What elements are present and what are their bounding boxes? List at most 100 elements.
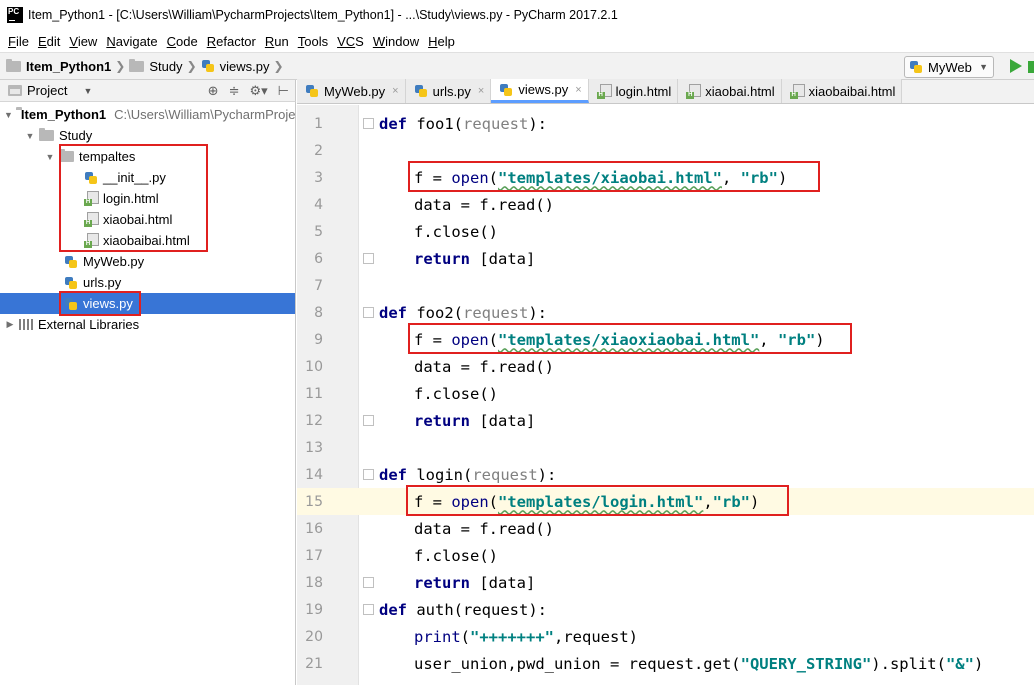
run-icon[interactable] — [1010, 59, 1022, 73]
code-punct: ( — [488, 168, 498, 187]
editor-tab[interactable]: xiaobai.html — [678, 79, 782, 103]
line-number: 3 — [314, 169, 323, 186]
hide-panel-icon[interactable]: ⊢ — [278, 83, 289, 99]
code-punct: ( — [460, 627, 471, 646]
tree-item-root[interactable]: ▼ Item_Python1 C:\Users\William\PycharmP… — [0, 104, 295, 125]
code-editor[interactable]: 1 def foo1(request): 2 3 f = open("templ… — [297, 105, 1034, 685]
menu-item[interactable]: Code — [163, 34, 202, 49]
chevron-right-icon[interactable]: ▶ — [4, 319, 16, 330]
menu-item[interactable]: Run — [261, 34, 293, 49]
code-text: data = f.read() — [414, 519, 554, 538]
code-text: f.close() — [414, 384, 498, 403]
menu-label: ile — [15, 33, 29, 49]
breadcrumb-project[interactable]: Item_Python1 — [6, 58, 111, 74]
editor-tab[interactable]: views.py × — [491, 79, 589, 103]
python-file-icon — [305, 84, 319, 98]
fold-marker-icon[interactable] — [363, 415, 374, 426]
python-file-icon — [909, 60, 923, 74]
tree-item-login-html[interactable]: login.html — [0, 188, 295, 209]
line-number: 15 — [305, 493, 323, 510]
code-line: 3 f = open("templates/xiaobai.html", "rb… — [297, 164, 1034, 191]
tree-item-myweb-py[interactable]: MyWeb.py — [0, 251, 295, 272]
code-text: [data] — [470, 411, 536, 430]
code-line: 20 print("+++++++",request) — [297, 623, 1034, 650]
chevron-down-icon[interactable]: ▼ — [44, 152, 56, 162]
tree-item-external-libraries[interactable]: ▶ External Libraries — [0, 314, 295, 335]
project-panel-tools: ⊕ ≑ ⚙▾ ⊢ — [208, 83, 289, 99]
collapse-all-icon[interactable]: ≑ — [229, 83, 240, 99]
editor-tab[interactable]: MyWeb.py × — [297, 79, 406, 103]
menu-label: dit — [46, 33, 61, 49]
scroll-from-source-icon[interactable]: ⊕ — [208, 83, 219, 99]
breadcrumb-folder[interactable]: Study — [129, 58, 183, 74]
tree-folder-label: External Libraries — [38, 317, 140, 332]
run-configuration-select[interactable]: MyWeb ▼ — [904, 56, 994, 78]
html-file-icon — [789, 83, 805, 99]
breadcrumb-file[interactable]: views.py — [201, 59, 269, 74]
close-icon[interactable]: × — [478, 85, 484, 97]
close-icon[interactable]: × — [392, 85, 398, 97]
python-file-icon — [414, 84, 428, 98]
code-function-name: login — [407, 465, 463, 484]
debug-icon[interactable] — [1028, 61, 1034, 73]
fold-marker-icon[interactable] — [363, 118, 374, 129]
code-line: 4 data = f.read() — [297, 191, 1034, 218]
code-line: 17 f.close() — [297, 542, 1034, 569]
code-punct: , — [759, 330, 778, 349]
chevron-down-icon[interactable]: ▼ — [4, 110, 13, 120]
code-text: f = — [414, 168, 452, 187]
tree-folder-label: tempaltes — [79, 149, 136, 164]
chevron-down-icon[interactable]: ▼ — [24, 131, 36, 141]
code-line: 8 def foo2(request): — [297, 299, 1034, 326]
editor-tab-label: xiaobaibai.html — [808, 83, 896, 99]
code-text: [data] — [470, 573, 536, 592]
tree-file-label: MyWeb.py — [83, 254, 145, 269]
tree-item-init-py[interactable]: __init__.py — [0, 167, 295, 188]
code-function-name: auth — [407, 600, 454, 619]
menu-item[interactable]: View — [65, 34, 101, 49]
code-string: "templates/login.html" — [498, 492, 704, 511]
code-param: request — [463, 114, 529, 133]
fold-marker-icon[interactable] — [363, 577, 374, 588]
menu-item[interactable]: Navigate — [102, 34, 161, 49]
code-text: ) — [973, 654, 984, 673]
project-tree: ▼ Item_Python1 C:\Users\William\PycharmP… — [0, 102, 296, 685]
menu-item[interactable]: Edit — [34, 34, 64, 49]
code-string: "templates/xiaoxiaobai.html" — [498, 330, 760, 349]
fold-marker-icon[interactable] — [363, 604, 374, 615]
tree-item-xiaobaibai-html[interactable]: xiaobaibai.html — [0, 230, 295, 251]
fold-marker-icon[interactable] — [363, 469, 374, 480]
menu-mnemonic: W — [372, 33, 386, 49]
tree-item-tempaltes[interactable]: ▼ tempaltes — [0, 146, 295, 167]
editor-tab[interactable]: xiaobaibai.html — [781, 79, 903, 103]
run-configuration-label: MyWeb — [928, 59, 972, 75]
menu-item[interactable]: VCS — [333, 34, 368, 49]
tree-item-urls-py[interactable]: urls.py — [0, 272, 295, 293]
project-panel-title[interactable]: Project — [27, 83, 67, 98]
code-keyword: def — [379, 303, 407, 322]
tree-item-study[interactable]: ▼ Study — [0, 125, 295, 146]
close-icon[interactable]: × — [575, 84, 581, 96]
line-number: 12 — [305, 412, 323, 429]
fold-marker-icon[interactable] — [363, 253, 374, 264]
menu-item[interactable]: Refactor — [203, 34, 260, 49]
menu-label: iew — [77, 33, 98, 49]
chevron-down-icon[interactable]: ▼ — [83, 86, 92, 96]
code-builtin: print — [414, 627, 461, 646]
menu-item[interactable]: Tools — [294, 34, 332, 49]
tree-item-xiaobai-html[interactable]: xiaobai.html — [0, 209, 295, 230]
chevron-right-icon: ❯ — [115, 59, 126, 73]
code-line: 19 def auth(request): — [297, 596, 1034, 623]
code-line: 9 f = open("templates/xiaoxiaobai.html",… — [297, 326, 1034, 353]
menu-mnemonic: E — [37, 33, 47, 49]
editor-tab[interactable]: login.html — [588, 79, 679, 103]
tree-item-views-py[interactable]: views.py — [0, 293, 295, 314]
menu-mnemonic: R — [264, 33, 275, 49]
editor-tab[interactable]: urls.py × — [405, 79, 492, 103]
menu-item[interactable]: File — [4, 34, 33, 49]
menu-item[interactable]: Help — [424, 34, 459, 49]
code-string: "QUERY_STRING" — [740, 654, 872, 673]
menu-item[interactable]: Window — [369, 34, 423, 49]
gear-icon[interactable]: ⚙▾ — [249, 83, 267, 99]
fold-marker-icon[interactable] — [363, 307, 374, 318]
